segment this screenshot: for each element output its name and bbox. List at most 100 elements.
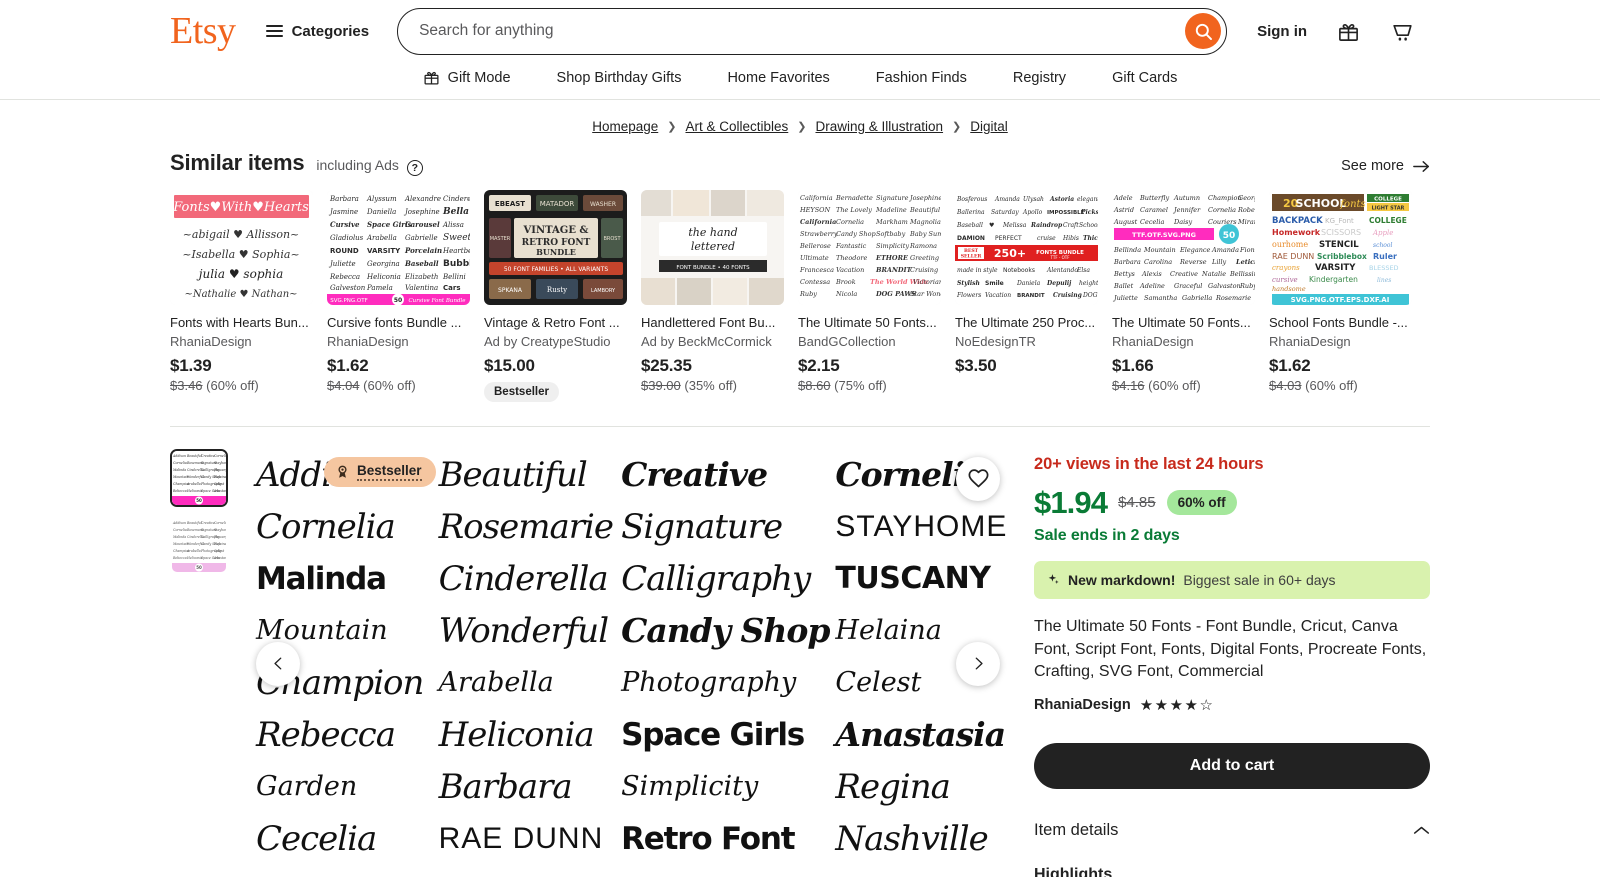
similar-item-title: Fonts with Hearts Bun... [170,315,309,330]
svg-text:Valentina: Valentina [405,284,438,292]
similar-item-card[interactable]: Adele Butterfly Autumn ChampionGeorgiana As… [1112,190,1255,402]
svg-text:Malinda: Malinda [172,535,186,539]
font-sample: STAYHOME [835,509,1008,543]
search-button[interactable] [1185,13,1222,49]
svg-text:Rusty: Rusty [547,286,567,294]
svg-text:Caramel: Caramel [1140,206,1168,214]
similar-item-old-price: $4.16 (60% off) [1112,378,1255,393]
similar-item-card[interactable]: Fonts♥With♥Hearts ~abigail ♥ Allisson~ ~… [170,190,313,402]
see-more-label: See more [1341,158,1404,174]
categories-button[interactable]: Categories [265,22,370,40]
shop-name-link[interactable]: RhaniaDesign [1034,697,1131,713]
svg-text:MATADOR: MATADOR [540,200,575,208]
gift-registry-button[interactable] [1337,20,1360,43]
svg-text:Contessa: Contessa [800,278,830,286]
svg-text:Tuscany: Tuscany [214,468,226,472]
cart-icon [1393,24,1412,41]
vintage-retro-preview: EBEAST MATADOR WASHER VINTAGE & RETRO FO… [484,190,627,305]
svg-text:the hand: the hand [688,226,737,239]
cart-button[interactable] [1390,19,1415,44]
breadcrumb-item-digital[interactable]: Digital [970,119,1008,134]
discount-value: (60% off) [363,377,416,393]
gift-icon [424,71,439,85]
svg-text:Cornelia: Cornelia [214,521,226,525]
svg-text:LAMBORY: LAMBORY [591,288,616,294]
similar-item-image[interactable]: Adele Butterfly Autumn ChampionGeorgiana As… [1112,190,1255,305]
svg-text:Beautiful: Beautiful [186,521,202,525]
font-sample: Photography [621,667,797,699]
favorite-button[interactable] [956,456,1000,501]
svg-text:Barbara: Barbara [329,195,359,203]
arrow-right-icon [1413,160,1430,172]
svg-text:SVG.PNG.OTF.EPS.DXF.AI: SVG.PNG.OTF.EPS.DXF.AI [1291,296,1390,304]
svg-text:Fonts♥With♥Hearts: Fonts♥With♥Hearts [172,200,309,215]
svg-text:Bellinda: Bellinda [1113,246,1141,254]
add-to-cart-button[interactable]: Add to cart [1034,743,1430,790]
svg-text:Nicola: Nicola [835,290,857,298]
svg-text:SELLER: SELLER [961,254,982,260]
similar-item-card[interactable]: 20 SCHOOL fonts COLLEGE LIGHT STAR BACKP… [1269,190,1412,402]
search-bar[interactable] [397,7,1228,55]
rating-stars[interactable]: ★ ★ ★ ★ ☆ [1140,698,1213,713]
svg-text:RAE DUNN: RAE DUNN [1272,252,1314,261]
svg-text:Champion: Champion [1208,194,1242,202]
similar-item-card[interactable]: Barbara Alyssum AlexandreCinderella Jasmin… [327,190,470,402]
svg-text:Creative: Creative [1170,270,1198,278]
nav-item-home-favorites[interactable]: Home Favorites [727,70,829,86]
nav-item-gift-cards[interactable]: Gift Cards [1112,70,1177,86]
thumbnail-2[interactable]: AddisonBeautifulCreativeCornelia Corneli… [170,515,228,574]
svg-text:Astoria: Astoria [1049,196,1074,203]
breadcrumb-item-drawing-illustration[interactable]: Drawing & Illustration [815,119,943,134]
breadcrumb-separator-icon: ❯ [667,121,677,133]
nav-item-gift-mode[interactable]: Gift Mode [423,69,511,86]
item-details-toggle[interactable]: Item details [1034,821,1430,840]
svg-text:Heliconia: Heliconia [186,489,202,493]
etsy-logo[interactable]: Etsy [170,12,236,50]
thumbnail-1[interactable]: AddisonBeautifulCreativeCornelia Corneli… [170,448,228,507]
similar-item-image[interactable]: EBEAST MATADOR WASHER VINTAGE & RETRO FO… [484,190,627,305]
similar-item-image[interactable]: 20 SCHOOL fonts COLLEGE LIGHT STAR BACKP… [1269,190,1412,305]
breadcrumb-item-homepage[interactable]: Homepage [592,119,658,134]
svg-text:BRANDIT: BRANDIT [1017,293,1045,299]
font-sample: Regina [835,766,951,807]
svg-text:Alexis: Alexis [1141,270,1162,278]
discount-badge: 60% off [1166,489,1237,515]
svg-text:Samantha: Samantha [1144,294,1177,302]
svg-text:Smile: Smile [985,280,1004,287]
similar-item-image[interactable]: the hand lettered FONT BUNDLE • 40 FONTS [641,190,784,305]
svg-text:Markham: Markham [875,218,908,226]
similar-item-image[interactable]: California Bernadette Signature Josephine H… [798,190,941,305]
font-sample: Heliconia [438,714,595,755]
question-mark-icon[interactable]: ? [406,160,423,176]
svg-text:Flowers: Flowers [956,292,981,299]
nav-item-registry[interactable]: Registry [1013,70,1066,86]
sign-in-button[interactable]: Sign in [1257,23,1307,40]
old-price-value: $4.04 [327,377,360,393]
similar-item-image[interactable]: Fonts♥With♥Hearts ~abigail ♥ Allisson~ ~… [170,190,313,305]
similar-item-card[interactable]: the hand lettered FONT BUNDLE • 40 FONTS… [641,190,784,402]
similar-item-card[interactable]: EBEAST MATADOR WASHER VINTAGE & RETRO FO… [484,190,627,402]
see-more-button[interactable]: See more [1341,158,1430,174]
svg-text:Bellissima: Bellissima [1229,270,1255,278]
font-sample: Creative [621,455,768,495]
svg-text:VARSITY: VARSITY [367,247,401,255]
similar-item-image[interactable]: Bosferous Amanda Ulysah Astoria elegant Ball… [955,190,1098,305]
svg-text:Gabriella: Gabriella [1182,294,1212,302]
svg-text:~abigail ♥ Allisson~: ~abigail ♥ Allisson~ [183,228,300,241]
svg-text:50: 50 [196,498,202,503]
similar-item-image[interactable]: Barbara Alyssum AlexandreCinderella Jasmin… [327,190,470,305]
gallery-prev-button[interactable] [256,641,300,686]
gallery-next-button[interactable] [956,641,1000,686]
categories-label: Categories [291,22,370,40]
search-input[interactable] [419,22,1186,40]
similar-item-card[interactable]: California Bernadette Signature Josephine H… [798,190,941,402]
font-sample: Arabella [438,667,554,699]
nav-item-fashion-finds[interactable]: Fashion Finds [876,70,967,86]
breadcrumb-item-art-collectibles[interactable]: Art & Collectibles [685,119,788,134]
nav-item-shop-birthday-gifts[interactable]: Shop Birthday Gifts [557,70,682,86]
product-gallery[interactable]: Bestseller Addison Beautiful Creative Co… [250,448,1012,877]
similar-item-card[interactable]: Bosferous Amanda Ulysah Astoria elegant Ball… [955,190,1098,402]
svg-text:Theodore: Theodore [836,254,867,262]
svg-text:Elegance: Elegance [1179,246,1211,254]
svg-text:Celest: Celest [214,482,225,486]
